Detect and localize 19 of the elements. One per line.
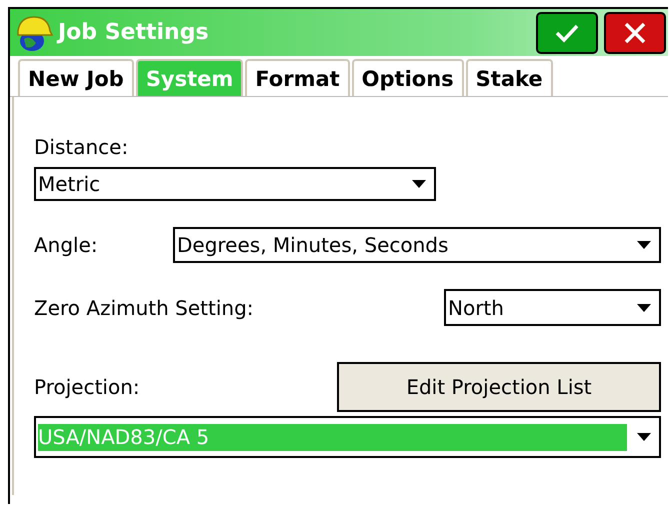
dropdown[interactable]: North [444,289,661,326]
caret-icon [637,241,651,249]
dropdown[interactable]: Degrees, Minutes, Seconds [173,227,661,263]
caret-icon [637,433,651,441]
window-title: Job Settings [58,20,210,45]
field-label: Projection: [34,375,140,399]
field-label: Distance: [34,135,128,159]
edit-projection-list-button[interactable]: Edit Projection List [337,362,661,412]
tab[interactable]: Stake [466,59,553,96]
caret-icon [412,180,426,188]
close-button[interactable] [604,12,666,54]
tab[interactable]: Options [352,59,464,96]
field-label: Zero Azimuth Setting: [34,296,254,320]
caret-icon [637,304,651,312]
ok-button[interactable] [536,12,598,54]
tab[interactable]: New Job [18,59,134,96]
dropdown[interactable]: Metric [34,167,436,201]
tab[interactable]: Format [245,59,350,96]
field-label: Angle: [34,233,98,257]
